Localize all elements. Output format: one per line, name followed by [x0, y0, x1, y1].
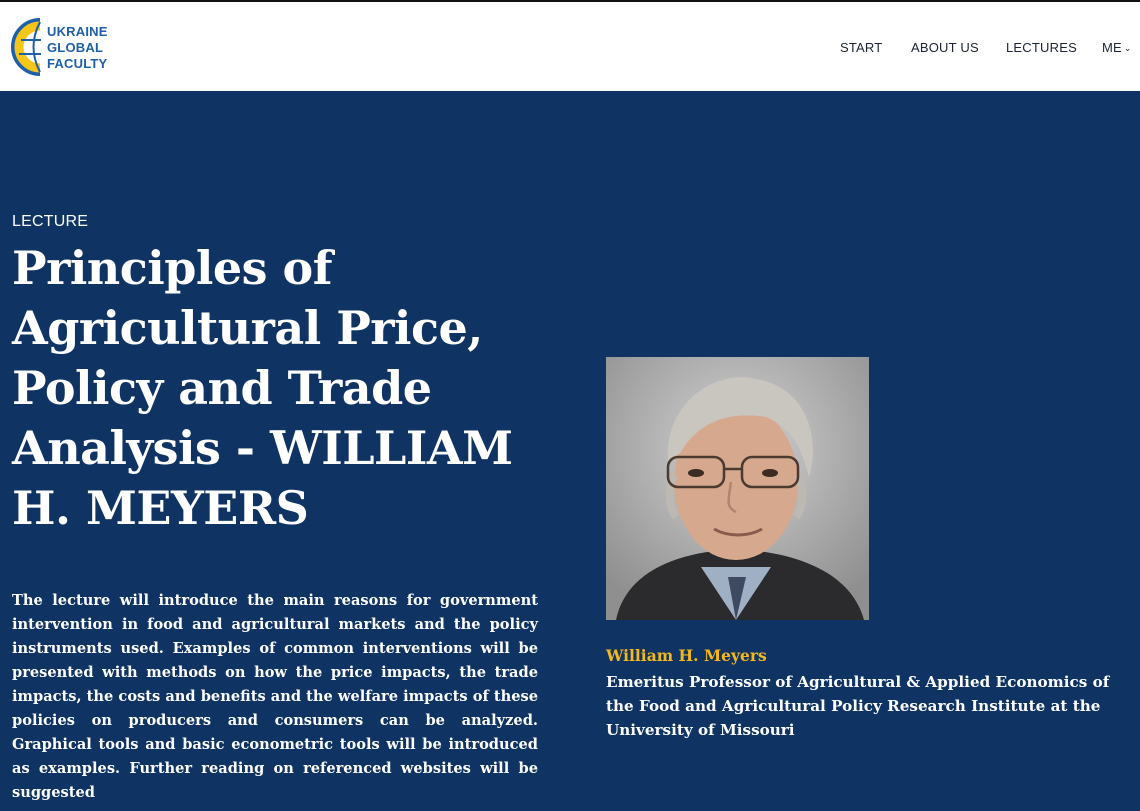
logo-line-3: FACULTY: [47, 56, 108, 71]
logo-wordmark: UKRAINE GLOBAL FACULTY: [47, 24, 108, 72]
nav-about-us[interactable]: ABOUT US: [911, 40, 979, 55]
logo-line-1: UKRAINE: [47, 24, 108, 39]
globe-logo-icon: [11, 18, 41, 76]
nav-me-label: ME: [1102, 40, 1122, 55]
speaker-name: William H. Meyers: [606, 646, 767, 665]
lecture-title: Principles of Agricultural Price, Policy…: [12, 241, 513, 535]
speaker-portrait: [606, 357, 869, 620]
speaker-title: Emeritus Professor of Agricultural & App…: [606, 673, 1110, 739]
chevron-down-icon: ⌄: [1123, 43, 1132, 53]
site-logo[interactable]: UKRAINE GLOBAL FACULTY: [11, 18, 121, 78]
logo-line-2: GLOBAL: [47, 40, 104, 55]
site-header: UKRAINE GLOBAL FACULTY START ABOUT US LE…: [0, 0, 1140, 91]
speaker-photo-icon: [606, 357, 869, 620]
lecture-label: LECTURE: [12, 213, 89, 230]
nav-start[interactable]: START: [840, 40, 882, 55]
nav-lectures[interactable]: LECTURES: [1006, 40, 1077, 55]
lecture-description: The lecture will introduce the main reas…: [12, 592, 538, 801]
nav-me-menu[interactable]: ME ⌄: [1102, 40, 1132, 55]
